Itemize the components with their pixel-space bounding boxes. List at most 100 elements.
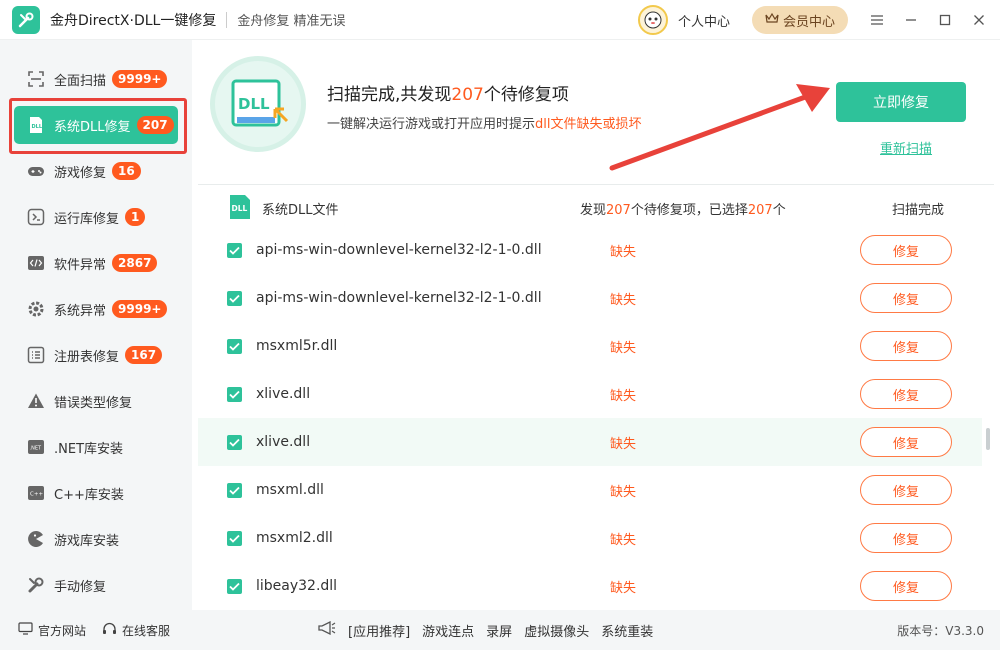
fix-now-button[interactable]: 立即修复 (836, 82, 966, 122)
dll-file-name: libeay32.dll (256, 578, 338, 594)
app-recommend-label: [应用推荐] (348, 624, 411, 640)
table-row[interactable]: xlive.dll 缺失 修复 (198, 370, 982, 418)
row-checkbox[interactable] (227, 290, 242, 306)
svg-text:C++: C++ (30, 492, 43, 498)
list-scrollbar[interactable] (986, 428, 990, 450)
wrench-icon (26, 575, 46, 595)
sidebar-item-system-error[interactable]: 系统异常 9999+ (14, 290, 178, 328)
user-center-link[interactable]: 个人中心 (678, 11, 730, 30)
title-divider (226, 11, 228, 28)
dll-file-name: msxml5r.dll (256, 338, 338, 354)
repair-button[interactable]: 修复 (860, 523, 952, 553)
scan-sub-prefix: 一键解决运行游戏或打开应用时提示 (327, 117, 536, 132)
row-checkbox[interactable] (227, 530, 242, 546)
found-middle: 个待修复项，已选择 (630, 203, 748, 218)
svg-text:DLL: DLL (232, 204, 248, 213)
dll-file-icon: DLL (228, 194, 252, 224)
dll-file-list[interactable]: api-ms-win-downlevel-kernel32-l2-1-0.dll… (198, 232, 994, 610)
table-row[interactable]: msxml.dll 缺失 修复 (198, 466, 982, 514)
sidebar-item-label: .NET库安装 (54, 441, 124, 457)
footer-link-auto-clicker[interactable]: 游戏连点 (422, 621, 474, 640)
repair-button[interactable]: 修复 (860, 427, 952, 457)
minimize-icon[interactable] (894, 0, 928, 40)
dotnet-icon: .NET (26, 437, 46, 457)
official-website-label: 官方网站 (38, 623, 87, 638)
list-icon (26, 345, 46, 365)
found-suffix: 个 (772, 203, 786, 218)
sidebar-item-label: C++库安装 (54, 487, 124, 503)
row-status: 缺失 (610, 244, 637, 260)
maximize-icon[interactable] (928, 0, 962, 40)
menu-icon[interactable] (860, 0, 894, 40)
title-bar: 金舟DirectX·DLL一键修复 金舟修复 精准无误 个人中心 会员中心 (0, 0, 1000, 40)
repair-button[interactable]: 修复 (860, 475, 952, 505)
gamepad-icon (26, 161, 46, 181)
sidebar-item-game-lib-install[interactable]: 游戏库安装 (14, 520, 178, 558)
row-checkbox[interactable] (227, 482, 242, 498)
scan-icon (26, 69, 46, 89)
online-service-label: 在线客服 (122, 623, 171, 638)
vip-center-button[interactable]: 会员中心 (752, 6, 848, 34)
table-row[interactable]: api-ms-win-downlevel-kernel32-l2-1-0.dll… (198, 232, 982, 274)
count-badge: 9999+ (112, 70, 168, 88)
repair-button[interactable]: 修复 (860, 379, 952, 409)
row-status: 缺失 (610, 580, 637, 596)
sidebar: 全面扫描 9999+ DLL 系统DLL修复 207 游戏修复 16 运行库修复… (0, 40, 192, 610)
rescan-link[interactable]: 重新扫描 (880, 138, 932, 157)
repair-button[interactable]: 修复 (860, 235, 952, 265)
row-status: 缺失 (610, 388, 637, 404)
sidebar-item-manual-repair[interactable]: 手动修复 (14, 566, 178, 604)
headset-icon (102, 622, 117, 639)
gear-icon (26, 299, 46, 319)
sidebar-item-registry-repair[interactable]: 注册表修复 167 (14, 336, 178, 374)
pacman-icon (26, 529, 46, 549)
row-checkbox[interactable] (227, 338, 242, 354)
app-slogan: 金舟修复 精准无误 (237, 14, 346, 29)
cpp-icon: C++ (26, 483, 46, 503)
repair-button[interactable]: 修复 (860, 331, 952, 361)
close-icon[interactable] (962, 0, 996, 40)
sidebar-item-error-type-repair[interactable]: 错误类型修复 (14, 382, 178, 420)
table-header: DLL 系统DLL文件 发现207个待修复项，已选择207个 扫描完成 (198, 184, 994, 232)
row-checkbox[interactable] (227, 242, 242, 258)
sidebar-item-label: 运行库修复 (54, 211, 120, 227)
online-service-link[interactable]: 在线客服 (102, 622, 170, 639)
table-row[interactable]: api-ms-win-downlevel-kernel32-l2-1-0.dll… (198, 274, 982, 322)
repair-button[interactable]: 修复 (860, 283, 952, 313)
dll-file-name: xlive.dll (256, 386, 311, 402)
dll-file-name: msxml2.dll (256, 530, 333, 546)
dll-file-name: api-ms-win-downlevel-kernel32-l2-1-0.dll (256, 290, 542, 306)
repair-button[interactable]: 修复 (860, 571, 952, 601)
sidebar-item-cpp-install[interactable]: C++ C++库安装 (14, 474, 178, 512)
footer-link-virtual-camera[interactable]: 虚拟摄像头 (524, 621, 589, 640)
sidebar-item-game-repair[interactable]: 游戏修复 16 (14, 152, 178, 190)
row-checkbox[interactable] (227, 578, 242, 594)
table-row[interactable]: xlive.dll 缺失 修复 (198, 418, 982, 466)
official-website-link[interactable]: 官方网站 (18, 622, 86, 639)
table-row[interactable]: libeay32.dll 缺失 修复 (198, 562, 982, 610)
sidebar-item-system-dll[interactable]: DLL 系统DLL修复 207 (14, 106, 178, 144)
dll-file-name: api-ms-win-downlevel-kernel32-l2-1-0.dll (256, 242, 542, 258)
svg-text:.NET: .NET (30, 446, 42, 452)
row-status: 缺失 (610, 484, 637, 500)
row-checkbox[interactable] (227, 386, 242, 402)
sidebar-item-full-scan[interactable]: 全面扫描 9999+ (14, 60, 178, 98)
found-count: 207 (606, 203, 631, 218)
scan-result-title: 扫描完成,共发现207个待修复项 (327, 80, 569, 105)
footer-link-system-reinstall[interactable]: 系统重装 (601, 621, 653, 640)
sidebar-item-label: 软件异常 (54, 257, 107, 273)
table-row[interactable]: msxml5r.dll 缺失 修复 (198, 322, 982, 370)
svg-text:DLL: DLL (32, 124, 43, 130)
count-badge: 167 (125, 346, 163, 364)
sidebar-item-software-error[interactable]: 软件异常 2867 (14, 244, 178, 282)
scan-title-prefix: 扫描完成,共发现 (327, 85, 452, 105)
found-prefix: 发现 (580, 203, 607, 218)
column-header-status: 扫描完成 (892, 203, 945, 218)
footer-link-screen-record[interactable]: 录屏 (486, 621, 512, 640)
sidebar-item-runtime-repair[interactable]: 运行库修复 1 (14, 198, 178, 236)
row-checkbox[interactable] (227, 434, 242, 450)
table-row[interactable]: msxml2.dll 缺失 修复 (198, 514, 982, 562)
sidebar-item-dotnet-install[interactable]: .NET .NET库安装 (14, 428, 178, 466)
avatar[interactable] (637, 5, 668, 35)
crown-icon (765, 12, 779, 28)
